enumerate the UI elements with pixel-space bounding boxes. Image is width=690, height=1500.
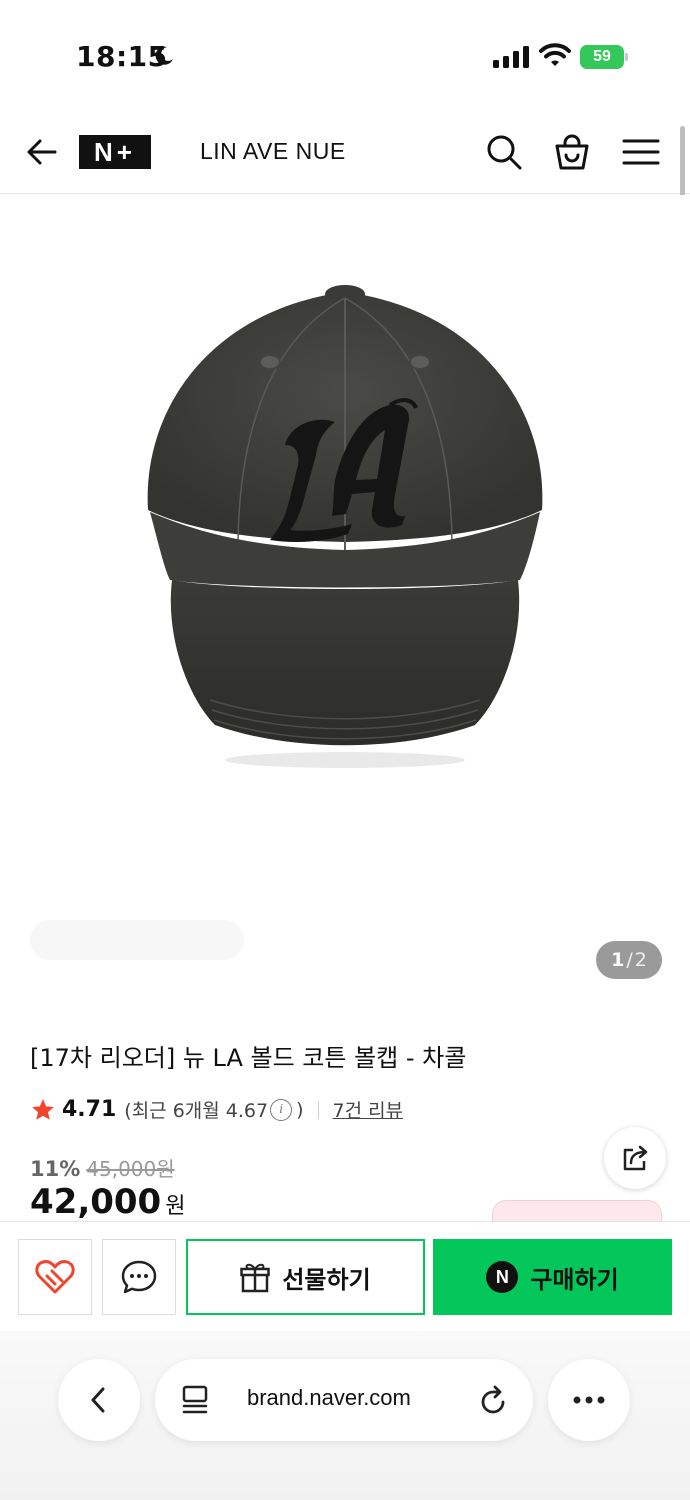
brand-name[interactable]: LIN AVE NUE [200,138,346,165]
star-icon [32,1098,54,1120]
chevron-left-icon [91,1387,105,1413]
gift-button[interactable]: 선물하기 [186,1239,425,1315]
share-button[interactable] [604,1127,666,1189]
tabs-icon[interactable] [181,1385,209,1415]
review-count-link[interactable]: 7건 리뷰 [333,1096,404,1123]
image-counter-current: 1 [611,949,625,971]
browser-more-button[interactable] [548,1359,630,1441]
naver-pay-badge: N [486,1261,519,1293]
address-bar[interactable]: brand.naver.com [155,1359,533,1441]
status-bar: 18:15 59 [0,0,690,110]
recent-rating-close: ) [296,1098,304,1121]
info-icon[interactable]: i [270,1098,293,1121]
search-icon[interactable] [484,132,524,172]
battery-indicator: 59 [580,45,628,69]
sale-price-row: 42,000 원 [30,1182,185,1222]
share-icon [623,1145,648,1171]
purchase-action-bar: 선물하기 N 구매하기 [0,1221,690,1331]
shopping-bag-icon[interactable] [552,132,592,172]
gift-icon [240,1263,271,1293]
buy-button-label: 구매하기 [530,1265,619,1294]
discount-row: 11% 45,000원 [30,1153,175,1182]
url-text[interactable]: brand.naver.com [247,1385,411,1411]
original-price: 45,000원 [86,1157,175,1181]
back-arrow-icon[interactable] [22,132,62,172]
image-counter-total: 2 [634,949,647,971]
talk-talk-button[interactable] [102,1239,176,1315]
heart-link-icon [35,1260,75,1294]
rating-score: 4.71 [62,1097,117,1122]
recent-rating-label: (최근 6개월 4.67 [124,1100,269,1122]
store-header: N+ LIN AVE NUE [0,110,690,194]
image-badge-placeholder [30,920,244,960]
more-icon [573,1396,605,1404]
product-image-cap [147,285,543,768]
wishlist-button[interactable] [18,1239,92,1315]
naver-plus-logo[interactable]: N+ [79,135,151,169]
product-title: [17차 리오더] 뉴 LA 볼드 코튼 볼캡 - 차콜 [30,1044,467,1072]
wifi-icon [539,43,571,66]
moon-icon [155,46,173,65]
price-unit: 원 [165,1194,186,1219]
image-counter: 1 / 2 [596,941,662,979]
gift-button-label: 선물하기 [282,1265,371,1294]
rating-divider [317,1100,319,1119]
rating-row: 4.71 (최근 6개월 4.67 i ) 7건 리뷰 [30,1096,403,1123]
sale-price: 42,000 [30,1182,162,1222]
battery-percent: 59 [593,48,611,65]
chat-bubble-icon [121,1260,157,1294]
menu-icon[interactable] [620,132,662,172]
discount-rate: 11% [30,1157,81,1181]
product-image-gallery[interactable]: 1 / 2 [0,195,690,1010]
buy-button[interactable]: N 구매하기 [433,1239,672,1315]
image-counter-separator: / [626,949,633,971]
browser-back-button[interactable] [58,1359,140,1441]
reload-icon[interactable] [477,1383,509,1417]
cellular-signal-icon [493,46,529,68]
browser-toolbar: brand.naver.com [0,1331,690,1500]
